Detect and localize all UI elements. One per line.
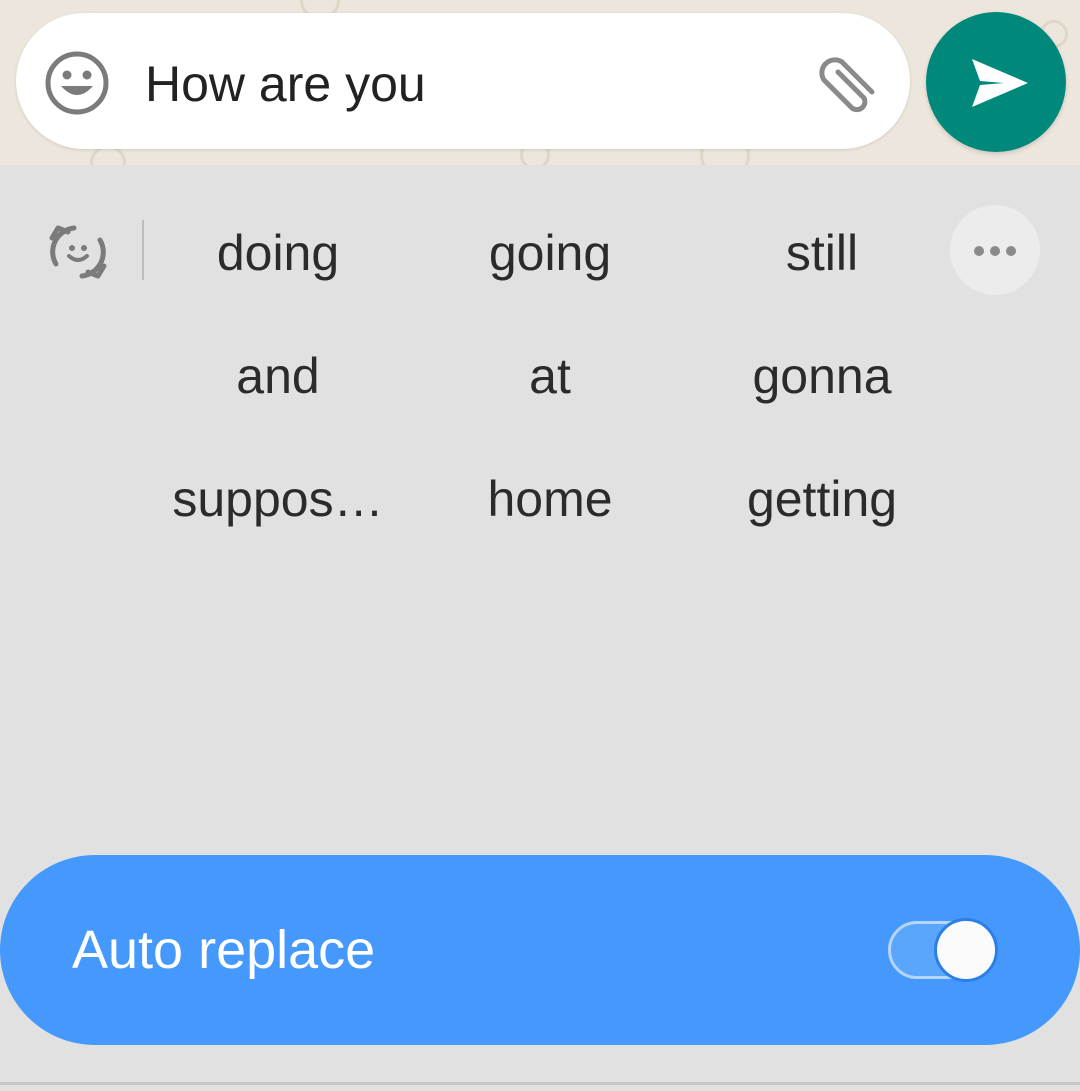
- auto-replace-row[interactable]: Auto replace: [0, 855, 1080, 1045]
- emoji-button[interactable]: [44, 50, 110, 116]
- emoji-convert-button[interactable]: [44, 220, 112, 284]
- message-input-text[interactable]: How are you: [145, 52, 426, 116]
- paperclip-icon: [819, 57, 875, 113]
- suggestion-still[interactable]: still: [707, 218, 937, 288]
- suggestion-suppos[interactable]: suppos…: [163, 464, 393, 534]
- auto-replace-toggle[interactable]: [888, 918, 998, 982]
- attach-button[interactable]: [812, 50, 884, 116]
- suggestion-at[interactable]: at: [435, 341, 665, 411]
- toggle-knob: [934, 918, 998, 982]
- suggestion-gonna[interactable]: gonna: [707, 341, 937, 411]
- suggestion-going[interactable]: going: [435, 218, 665, 288]
- smiley-icon: [45, 51, 109, 115]
- send-button[interactable]: [926, 12, 1066, 152]
- send-arrow-icon: [972, 59, 1028, 107]
- suggestion-home[interactable]: home: [435, 464, 665, 534]
- emoji-convert-icon: [49, 225, 107, 279]
- suggestion-and[interactable]: and: [163, 341, 393, 411]
- bottom-divider: [0, 1082, 1080, 1085]
- auto-replace-label: Auto replace: [72, 920, 376, 980]
- toolbar-divider: [142, 220, 144, 280]
- suggestion-getting[interactable]: getting: [707, 464, 937, 534]
- more-suggestions-button[interactable]: [950, 205, 1040, 295]
- suggestion-doing[interactable]: doing: [163, 218, 393, 288]
